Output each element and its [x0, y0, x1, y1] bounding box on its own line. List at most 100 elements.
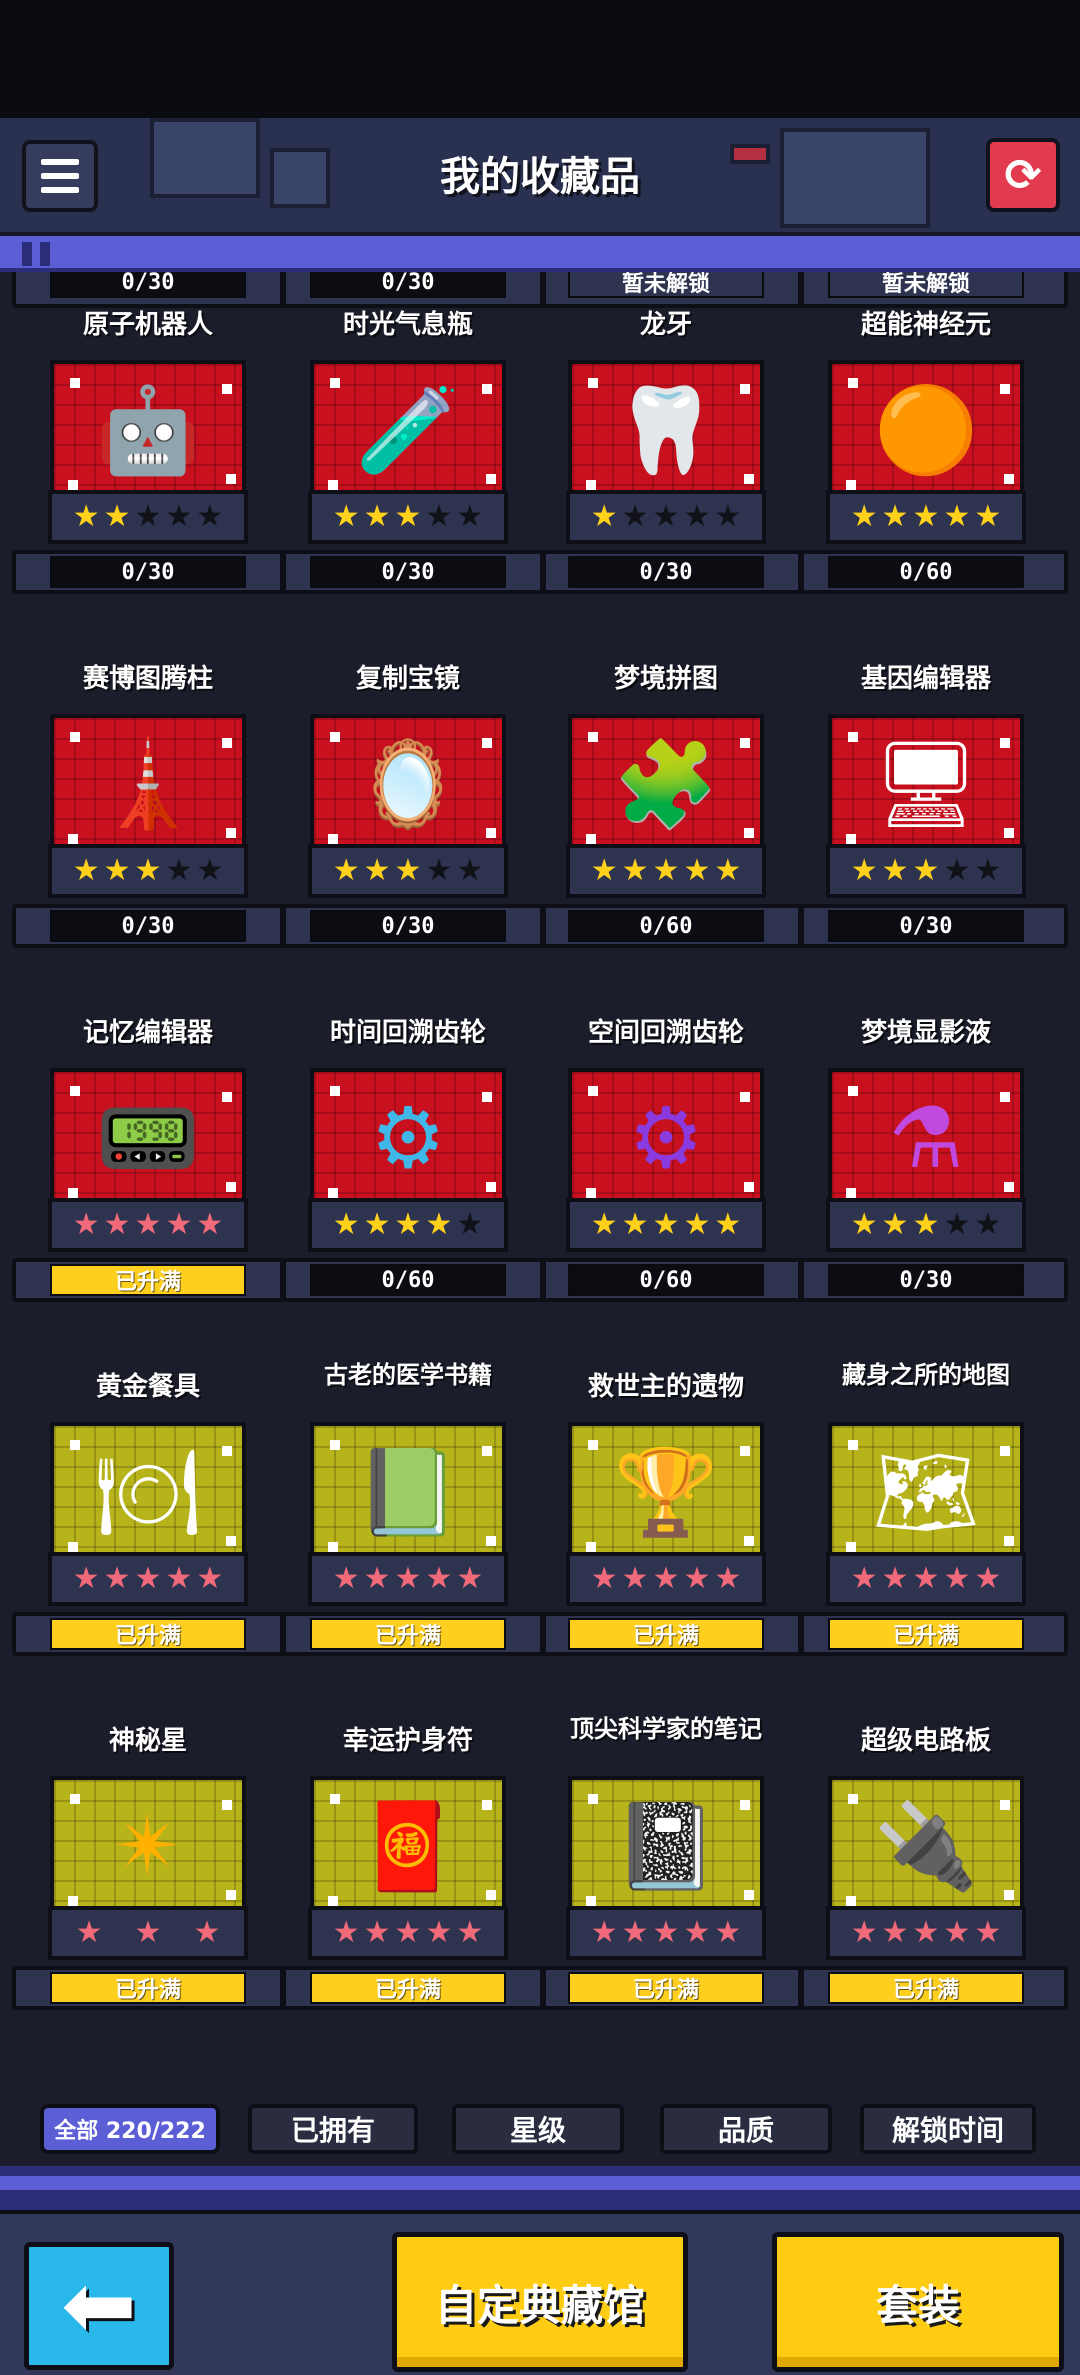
back-button[interactable]: ⬅ — [24, 2242, 174, 2370]
star-filled-icon: ★ — [683, 853, 711, 888]
collection-progress: 0/30 — [310, 272, 506, 298]
filter-all-button[interactable]: 全部 220/222 — [40, 2104, 220, 2154]
collection-grid[interactable]: 0/30 0/30 暂未解锁 暂未解锁 原子机器人 🤖 ★ ★ ★ ★ ★ 0/30 时光气息瓶 🧪 ★ ★ ★… — [0, 272, 1080, 2094]
collection-item-art[interactable]: 🗼 — [50, 714, 246, 854]
refresh-button[interactable]: ⟳ — [986, 138, 1060, 212]
star-rating: ★ ★ ★ ★ ★ — [566, 844, 766, 898]
collection-item-art[interactable]: 🗺 — [828, 1422, 1024, 1562]
star-filled-icon: ★ — [683, 1915, 711, 1950]
mirror-icon: 🪞 — [355, 735, 461, 833]
star-filled-icon: ★ — [652, 1207, 680, 1242]
collection-item-art[interactable]: 🧪 — [310, 360, 506, 500]
star-filled-icon: ★ — [196, 1207, 224, 1242]
sparkle-decoration — [482, 738, 492, 748]
status-bar — [0, 0, 1080, 118]
star-filled-icon: ★ — [456, 1915, 484, 1950]
collection-item-art[interactable]: 🧩 — [568, 714, 764, 854]
star-filled-icon: ★ — [134, 853, 162, 888]
star-filled-icon: ★ — [881, 1561, 909, 1596]
star-filled-icon: ★ — [850, 1561, 878, 1596]
collection-item-art[interactable]: ⚗ — [828, 1068, 1024, 1208]
collection-item-art[interactable]: 🔌 — [828, 1776, 1024, 1916]
filter-quality-button[interactable]: 品质 — [660, 2104, 832, 2154]
star-filled-icon: ★ — [590, 853, 618, 888]
star-filled-icon: ★ — [943, 1915, 971, 1950]
star-empty-icon: ★ — [943, 853, 971, 888]
sparkle-decoration — [846, 1896, 856, 1906]
star-filled-icon: ★ — [881, 499, 909, 534]
collection-progress: 已升满 — [568, 1618, 764, 1650]
star-empty-icon: ★ — [714, 499, 742, 534]
star-filled-icon: ★ — [621, 1561, 649, 1596]
star-rating: ★ ★ ★ — [48, 1906, 248, 1960]
filter-star-button[interactable]: 星级 — [452, 2104, 624, 2154]
star-filled-icon: ★ — [425, 1561, 453, 1596]
bottom-strip — [0, 2166, 1080, 2210]
sparkle-decoration — [848, 732, 858, 742]
sparkle-decoration — [486, 1536, 496, 1546]
collection-item-art[interactable]: ⚙ — [310, 1068, 506, 1208]
sparkle-decoration — [586, 834, 596, 844]
cell-divider — [540, 904, 546, 948]
star-filled-icon: ★ — [72, 499, 100, 534]
star-filled-icon: ★ — [363, 1207, 391, 1242]
star-filled-icon: ★ — [332, 1915, 360, 1950]
collection-item-name: 神秘星 — [108, 1726, 187, 1756]
custom-hall-button[interactable]: 自定典藏馆 — [392, 2232, 688, 2372]
star-filled-icon: ★ — [425, 1915, 453, 1950]
star-filled-icon: ★ — [590, 499, 618, 534]
collection-item-art[interactable]: 📗 — [310, 1422, 506, 1562]
collection-item-art[interactable]: 🤖 — [50, 360, 246, 500]
collection-progress: 0/30 — [828, 1264, 1024, 1296]
collection-item-name: 原子机器人 — [82, 310, 213, 340]
sparkle-decoration — [1004, 1182, 1014, 1192]
robot-icon: 🤖 — [95, 381, 201, 479]
sparkle-decoration — [848, 1794, 858, 1804]
sparkle-decoration — [846, 1188, 856, 1198]
collection-item-art[interactable]: ✴ — [50, 1776, 246, 1916]
star-empty-icon: ★ — [974, 1207, 1002, 1242]
star-filled-icon: ★ — [621, 1915, 649, 1950]
collection-item-art[interactable]: 🧧 — [310, 1776, 506, 1916]
totem-icon: 🗼 — [95, 735, 201, 833]
star-filled-icon: ★ — [621, 1207, 649, 1242]
star-filled-icon: ★ — [881, 1915, 909, 1950]
collection-item-art[interactable]: 🪞 — [310, 714, 506, 854]
cell-divider — [540, 1258, 546, 1302]
star-filled-icon: ★ — [683, 1207, 711, 1242]
collection-item-art[interactable]: 📟 — [50, 1068, 246, 1208]
collection-progress: 0/30 — [50, 910, 246, 942]
star-rating: ★ ★ ★ ★ ★ — [826, 1198, 1026, 1252]
star-filled-icon: ★ — [75, 1915, 103, 1950]
set-button[interactable]: 套装 — [772, 2232, 1064, 2372]
gear-icon: ⚙ — [370, 1089, 446, 1187]
collection-item-art[interactable]: 🦷 — [568, 360, 764, 500]
collection-item-art[interactable]: 🖥 — [828, 714, 1024, 854]
collection-item-art[interactable]: ⚙ — [568, 1068, 764, 1208]
star-filled-icon: ★ — [683, 1561, 711, 1596]
sparkle-decoration — [330, 1440, 340, 1450]
potion-bottle-icon: 🧪 — [355, 381, 461, 479]
collection-item-art[interactable]: 🟠 — [828, 360, 1024, 500]
star-filled-icon: ★ — [714, 1561, 742, 1596]
star-empty-icon: ★ — [621, 499, 649, 534]
filter-owned-button[interactable]: 已拥有 — [248, 2104, 418, 2154]
collection-item-art[interactable]: 📓 — [568, 1776, 764, 1916]
sparkle-decoration — [744, 828, 754, 838]
sparkle-decoration — [588, 732, 598, 742]
collection-item-name: 古老的医学书籍 — [324, 1361, 492, 1389]
star-filled-icon: ★ — [714, 1207, 742, 1242]
filter-unlock-time-button[interactable]: 解锁时间 — [860, 2104, 1036, 2154]
star-rating: ★ ★ ★ ★ ★ — [826, 1906, 1026, 1960]
star-empty-icon: ★ — [456, 1207, 484, 1242]
collection-item-art[interactable]: 🏆 — [568, 1422, 764, 1562]
sparkle-decoration — [70, 1440, 80, 1450]
collection-item-art[interactable]: 🍽 — [50, 1422, 246, 1562]
sparkle-decoration — [328, 1188, 338, 1198]
collection-progress: 已升满 — [50, 1264, 246, 1296]
star-rating: ★ ★ ★ ★ ★ — [308, 1552, 508, 1606]
collection-item-name: 梦境显影液 — [860, 1018, 991, 1048]
collection-progress: 0/60 — [310, 1264, 506, 1296]
sparkle-decoration — [486, 828, 496, 838]
gene-editor-icon: 🖥 — [872, 735, 980, 833]
